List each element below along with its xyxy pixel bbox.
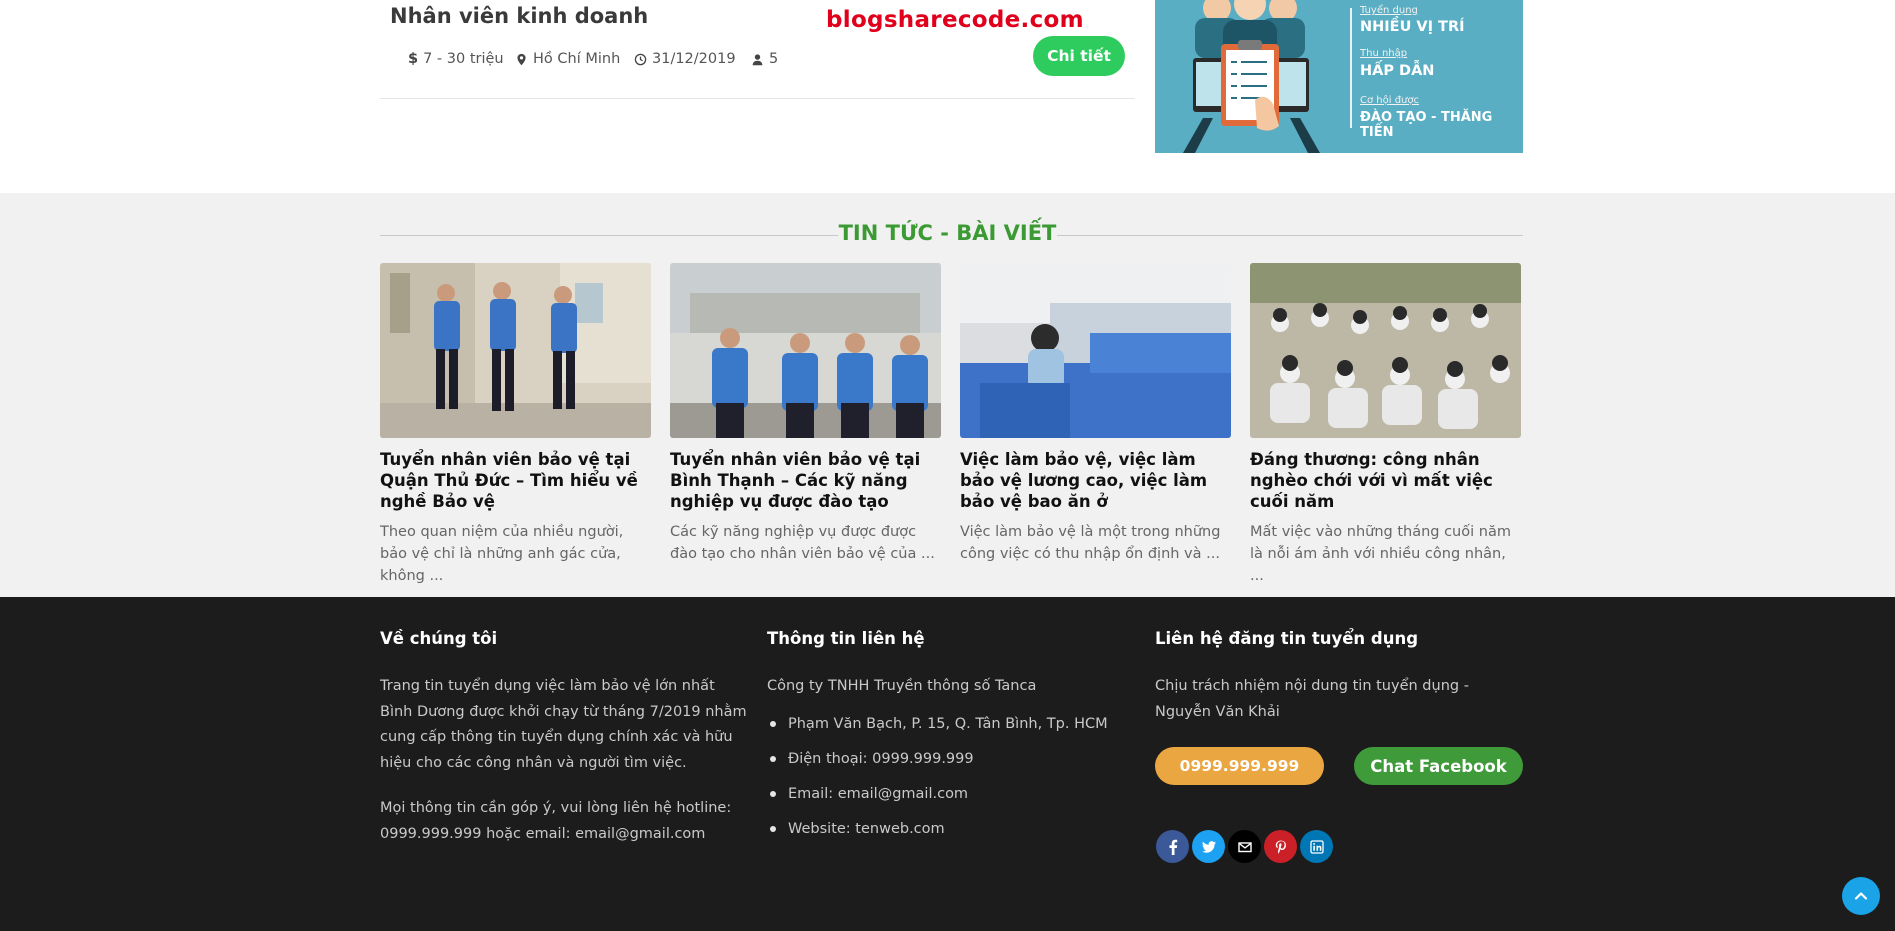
footer-website[interactable]: Website: tenweb.com [767,819,1137,839]
banner-headline-3: ĐÀO TẠO - THĂNG TIẾN [1360,110,1493,140]
scroll-to-top-button[interactable] [1842,877,1880,915]
facebook-icon[interactable] [1156,830,1189,863]
hotline-button[interactable]: 0999.999.999 [1155,747,1324,785]
footer-about-text: Trang tin tuyển dụng việc làm bảo vệ lớn… [380,678,747,771]
recruitment-banner[interactable]: Tuyển dụng NHIỀU VỊ TRÍ Thu nhập HẤP DẪN… [1155,0,1523,153]
footer-about: Về chúng tôi Trang tin tuyển dụng việc l… [380,629,750,847]
garment-factory-photo [960,263,1231,438]
footer-contact: Thông tin liên hệ Công ty TNHH Truyền th… [767,629,1137,854]
watermark-text: blogsharecode.com [826,7,1084,33]
pinterest-icon[interactable] [1264,830,1297,863]
banner-caption-3: Cơ hội được [1360,95,1419,106]
job-location-value: Hồ Chí Minh [533,51,621,67]
banner-headline-1: NHIỀU VỊ TRÍ [1360,19,1465,35]
news-title[interactable]: Đáng thương: công nhân nghèo chới với vì… [1250,449,1521,512]
news-thumbnail[interactable] [960,263,1231,438]
saluting-guards-photo [670,263,941,438]
linkedin-icon[interactable] [1300,830,1333,863]
news-section: TIN TỨC - BÀI VIẾT Tuyển nhân viên bảo v… [0,193,1895,597]
job-deadline: 31/12/2019 [634,51,736,67]
news-card[interactable]: Đáng thương: công nhân nghèo chới với vì… [1250,263,1521,587]
banner-divider [1350,8,1352,128]
news-heading: TIN TỨC - BÀI VIẾT [838,221,1057,245]
security-guards-photo [380,263,651,438]
recruiter-illustration [1183,0,1320,153]
news-excerpt: Các kỹ năng nghiệp vụ được được đào tạo … [670,524,935,562]
news-thumbnail[interactable] [1250,263,1521,438]
news-title[interactable]: Tuyển nhân viên bảo vệ tại Quận Thủ Đức … [380,449,651,512]
footer-about-heading: Về chúng tôi [380,629,498,648]
map-marker-icon [517,53,526,65]
workers-gathering-photo [1250,263,1521,438]
footer-email[interactable]: Email: email@gmail.com [767,784,1137,804]
news-card[interactable]: Tuyển nhân viên bảo vệ tại Bình Thạnh – … [670,263,941,565]
footer-phone[interactable]: Điện thoại: 0999.999.999 [767,749,1137,769]
chat-facebook-button[interactable]: Chat Facebook [1354,747,1523,785]
footer-post-heading: Liên hệ đăng tin tuyển dụng [1155,629,1419,648]
footer-company-name: Công ty TNHH Truyền thông số Tanca [767,678,1037,694]
news-thumbnail[interactable] [670,263,941,438]
footer-post-text: Chịu trách nhiệm nội dung tin tuyển dụng… [1155,678,1469,720]
news-excerpt: Việc làm bảo vệ là một trong những công … [960,524,1221,562]
mail-icon[interactable] [1228,830,1261,863]
user-icon [752,53,763,65]
news-excerpt: Theo quan niệm của nhiều người, bảo vệ c… [380,524,624,584]
job-divider [380,98,1135,99]
footer-about-hotline: Mọi thông tin cần góp ý, vui lòng liên h… [380,800,732,842]
dollar-icon: $ [408,51,419,67]
clock-icon [634,53,647,65]
job-salary: $ 7 - 30 triệu [408,51,504,67]
chevron-up-icon [1854,892,1868,900]
banner-caption-2: Thu nhập [1360,48,1408,59]
footer-contact-heading: Thông tin liên hệ [767,629,925,648]
job-slots: 5 [751,51,778,67]
news-thumbnail[interactable] [380,263,651,438]
job-deadline-value: 31/12/2019 [652,51,736,67]
twitter-icon[interactable] [1192,830,1225,863]
footer-address: Phạm Văn Bạch, P. 15, Q. Tân Bình, Tp. H… [767,714,1137,734]
footer-post-job: Liên hệ đăng tin tuyển dụng Chịu trách n… [1155,629,1525,725]
job-title[interactable]: Nhân viên kinh doanh [390,4,648,28]
banner-headline-2: HẤP DẪN [1360,63,1435,79]
news-title[interactable]: Việc làm bảo vệ, việc làm bảo vệ lương c… [960,449,1231,512]
news-card[interactable]: Việc làm bảo vệ, việc làm bảo vệ lương c… [960,263,1231,565]
job-location: Hồ Chí Minh [515,51,620,67]
job-detail-button[interactable]: Chi tiết [1033,36,1125,76]
job-salary-value: 7 - 30 triệu [423,51,504,67]
news-card[interactable]: Tuyển nhân viên bảo vệ tại Quận Thủ Đức … [380,263,651,587]
job-listing-section: Nhân viên kinh doanh blogsharecode.com $… [0,0,1895,193]
footer-contact-list: Phạm Văn Bạch, P. 15, Q. Tân Bình, Tp. H… [767,714,1137,839]
job-slots-value: 5 [769,51,779,67]
site-footer: Về chúng tôi Trang tin tuyển dụng việc l… [0,597,1895,931]
news-excerpt: Mất việc vào những tháng cuối năm là nỗi… [1250,524,1511,584]
banner-caption-1: Tuyển dụng [1360,5,1418,16]
news-title[interactable]: Tuyển nhân viên bảo vệ tại Bình Thạnh – … [670,449,941,512]
